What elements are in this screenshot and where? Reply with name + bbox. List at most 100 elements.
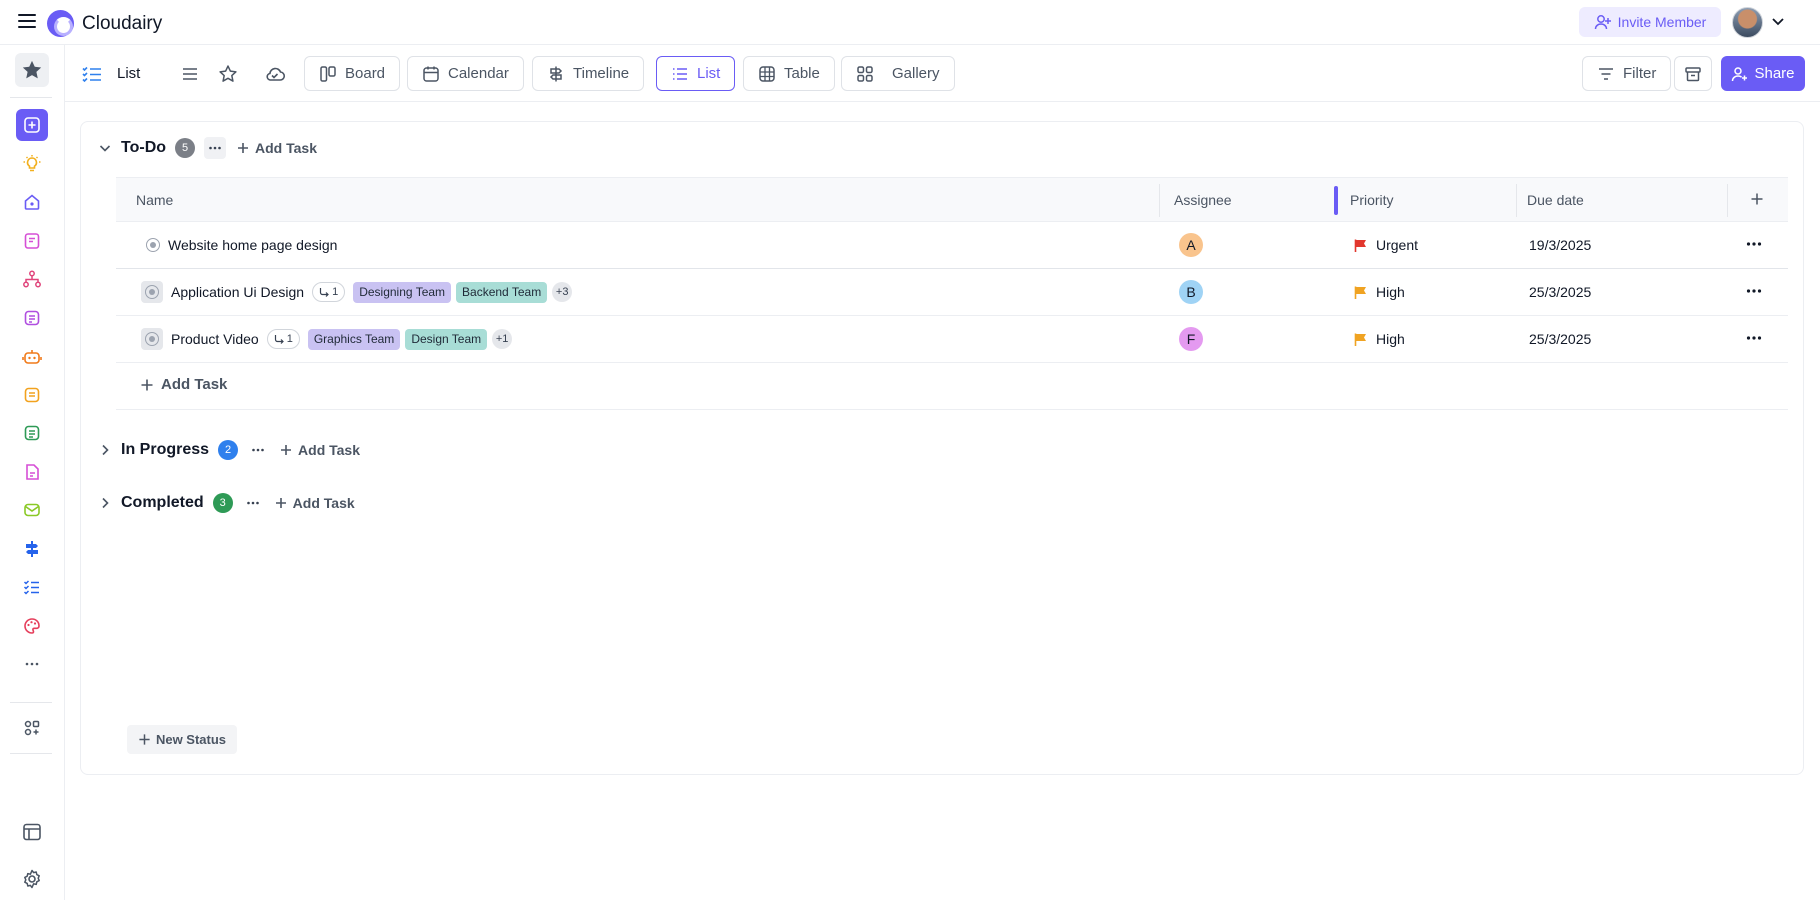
more-icon[interactable] bbox=[16, 648, 48, 680]
menu-lines-icon[interactable] bbox=[180, 56, 200, 91]
group-options-icon[interactable] bbox=[242, 492, 264, 514]
new-status-label: New Status bbox=[155, 732, 227, 747]
due-date-cell[interactable]: 25/3/2025 bbox=[1529, 269, 1591, 315]
chevron-right-icon[interactable] bbox=[97, 495, 113, 511]
assignee-cell[interactable]: A bbox=[1179, 222, 1203, 268]
settings-icon[interactable] bbox=[16, 863, 48, 895]
row-options-icon[interactable] bbox=[1745, 329, 1763, 347]
table-row[interactable]: Product Video 1 Graphics Team Design Tea… bbox=[116, 316, 1788, 363]
task-name[interactable]: Application Ui Design bbox=[171, 284, 304, 300]
filter-button[interactable]: Filter bbox=[1582, 56, 1672, 91]
apps-icon[interactable] bbox=[16, 712, 48, 744]
column-divider bbox=[1159, 184, 1160, 217]
add-task-label: Add Task bbox=[255, 140, 317, 156]
row-options-icon[interactable] bbox=[1745, 235, 1763, 253]
app-logo[interactable]: Cloudairy bbox=[47, 10, 162, 37]
view-list-label: List bbox=[697, 65, 721, 82]
subtask-icon bbox=[274, 335, 284, 344]
view-calendar-button[interactable]: Calendar bbox=[407, 56, 524, 91]
invite-member-button[interactable]: Invite Member bbox=[1579, 7, 1721, 37]
bulb-icon[interactable] bbox=[16, 148, 48, 180]
signpost-icon[interactable] bbox=[16, 533, 48, 565]
rail-divider bbox=[10, 753, 52, 754]
subtask-count-pill[interactable]: 1 bbox=[266, 329, 300, 349]
layout-icon[interactable] bbox=[16, 816, 48, 848]
column-name-header[interactable]: Name bbox=[136, 192, 173, 208]
favorites-star-icon[interactable] bbox=[15, 53, 49, 87]
flag-icon bbox=[1354, 333, 1366, 346]
hamburger-menu-icon[interactable] bbox=[18, 14, 36, 30]
share-button[interactable]: Share bbox=[1721, 56, 1805, 91]
view-gallery-button[interactable]: Gallery bbox=[841, 56, 955, 91]
notes-icon[interactable] bbox=[16, 225, 48, 257]
status-radio-icon[interactable] bbox=[146, 238, 160, 252]
add-square-icon[interactable] bbox=[16, 109, 48, 141]
view-title: List bbox=[81, 56, 140, 91]
group-options-icon[interactable] bbox=[247, 439, 269, 461]
document-icon[interactable] bbox=[16, 302, 48, 334]
sticky-note-icon[interactable] bbox=[16, 379, 48, 411]
cloud-check-icon[interactable] bbox=[264, 56, 286, 91]
subtask-count: 1 bbox=[332, 286, 339, 298]
table-row[interactable]: Website home page design A Urgent 19/3/2… bbox=[116, 222, 1788, 269]
task-name[interactable]: Product Video bbox=[171, 331, 259, 347]
checklist-icon[interactable] bbox=[16, 571, 48, 603]
chevron-down-icon[interactable] bbox=[1771, 14, 1785, 28]
star-outline-icon[interactable] bbox=[218, 56, 238, 91]
add-column-plus-icon[interactable] bbox=[1750, 192, 1764, 209]
team-tag[interactable]: Design Team bbox=[405, 328, 488, 350]
row-options-icon[interactable] bbox=[1745, 282, 1763, 300]
hierarchy-icon[interactable] bbox=[16, 263, 48, 295]
column-priority-header[interactable]: Priority bbox=[1350, 192, 1394, 208]
robot-icon[interactable] bbox=[16, 340, 48, 372]
team-tag[interactable]: Graphics Team bbox=[307, 328, 401, 350]
column-resize-handle[interactable] bbox=[1334, 186, 1338, 215]
file-icon[interactable] bbox=[16, 456, 48, 488]
status-radio-icon bbox=[145, 285, 159, 299]
home-icon[interactable] bbox=[16, 186, 48, 218]
palette-icon[interactable] bbox=[16, 610, 48, 642]
spreadsheet-icon[interactable] bbox=[16, 417, 48, 449]
view-timeline-button[interactable]: Timeline bbox=[532, 56, 645, 91]
priority-cell[interactable]: High bbox=[1353, 316, 1405, 362]
view-board-label: Board bbox=[345, 65, 386, 82]
group-completed-header: Completed 3 Add Task bbox=[97, 490, 355, 516]
task-name[interactable]: Website home page design bbox=[168, 237, 337, 253]
more-tags-badge[interactable]: +1 bbox=[492, 329, 513, 349]
chevron-down-icon[interactable] bbox=[97, 140, 113, 156]
view-table-label: Table bbox=[784, 65, 820, 82]
group-in-progress-add-task[interactable]: Add Task bbox=[279, 442, 360, 458]
status-toggle[interactable] bbox=[141, 328, 163, 350]
column-due-header[interactable]: Due date bbox=[1527, 192, 1584, 208]
assignee-cell[interactable]: F bbox=[1179, 316, 1203, 362]
assignee-avatar: B bbox=[1179, 280, 1203, 304]
assignee-cell[interactable]: B bbox=[1179, 269, 1203, 315]
due-date-cell[interactable]: 19/3/2025 bbox=[1529, 222, 1591, 268]
subtask-count-pill[interactable]: 1 bbox=[312, 282, 346, 302]
status-toggle[interactable] bbox=[141, 281, 163, 303]
group-options-icon[interactable] bbox=[204, 137, 227, 159]
team-tag[interactable]: Designing Team bbox=[353, 281, 452, 303]
view-board-button[interactable]: Board bbox=[304, 56, 401, 91]
more-tags-badge[interactable]: +3 bbox=[552, 282, 573, 302]
priority-cell[interactable]: High bbox=[1353, 269, 1405, 315]
calendar-icon bbox=[423, 66, 439, 82]
group-todo-add-task[interactable]: Add Task bbox=[236, 140, 317, 156]
due-date-cell[interactable]: 25/3/2025 bbox=[1529, 316, 1591, 362]
new-status-button[interactable]: New Status bbox=[127, 725, 237, 754]
filter-label: Filter bbox=[1623, 65, 1657, 82]
mail-icon[interactable] bbox=[16, 494, 48, 526]
group-completed-add-task[interactable]: Add Task bbox=[274, 495, 355, 511]
column-divider bbox=[1727, 184, 1728, 217]
list-icon bbox=[673, 67, 687, 80]
user-avatar[interactable] bbox=[1732, 7, 1763, 38]
chevron-right-icon[interactable] bbox=[97, 442, 113, 458]
table-row[interactable]: Application Ui Design 1 Designing Team B… bbox=[116, 269, 1788, 316]
view-list-button[interactable]: List bbox=[656, 56, 736, 91]
team-tag[interactable]: Backend Team bbox=[456, 281, 548, 303]
add-task-row[interactable]: Add Task bbox=[116, 363, 1788, 410]
priority-cell[interactable]: Urgent bbox=[1353, 222, 1418, 268]
column-assignee-header[interactable]: Assignee bbox=[1174, 192, 1232, 208]
view-table-button[interactable]: Table bbox=[743, 56, 835, 91]
archive-button[interactable] bbox=[1674, 56, 1712, 91]
